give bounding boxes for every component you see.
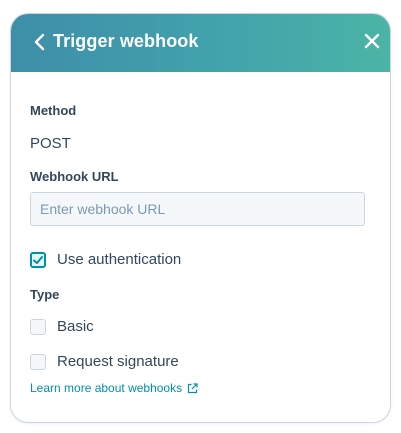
type-option-basic[interactable]: Basic [30, 318, 94, 335]
basic-checkbox[interactable] [30, 318, 46, 335]
request-signature-label: Request signature [57, 353, 179, 370]
learn-more-link[interactable]: Learn more about webhooks [30, 381, 198, 395]
close-icon[interactable] [362, 31, 382, 51]
webhook-url-label: Webhook URL [30, 169, 119, 184]
type-option-request-signature[interactable]: Request signature [30, 353, 179, 370]
chevron-left-icon[interactable] [33, 32, 47, 52]
use-authentication-checkbox[interactable] [30, 251, 46, 268]
method-label: Method [30, 103, 77, 118]
learn-more-label: Learn more about webhooks [30, 381, 183, 395]
use-authentication-label: Use authentication [57, 251, 182, 268]
request-signature-checkbox[interactable] [30, 353, 46, 370]
type-label: Type [30, 287, 60, 302]
webhook-url-input[interactable] [30, 192, 365, 226]
trigger-webhook-panel: Trigger webhook Method POST Webhook URL … [10, 13, 391, 423]
use-authentication-option[interactable]: Use authentication [30, 251, 181, 268]
checkmark-icon [33, 255, 43, 264]
basic-label: Basic [57, 318, 94, 335]
panel-header: Trigger webhook [11, 14, 390, 72]
panel-title: Trigger webhook [53, 31, 199, 51]
method-value: POST [30, 135, 71, 152]
external-link-icon [188, 382, 198, 393]
